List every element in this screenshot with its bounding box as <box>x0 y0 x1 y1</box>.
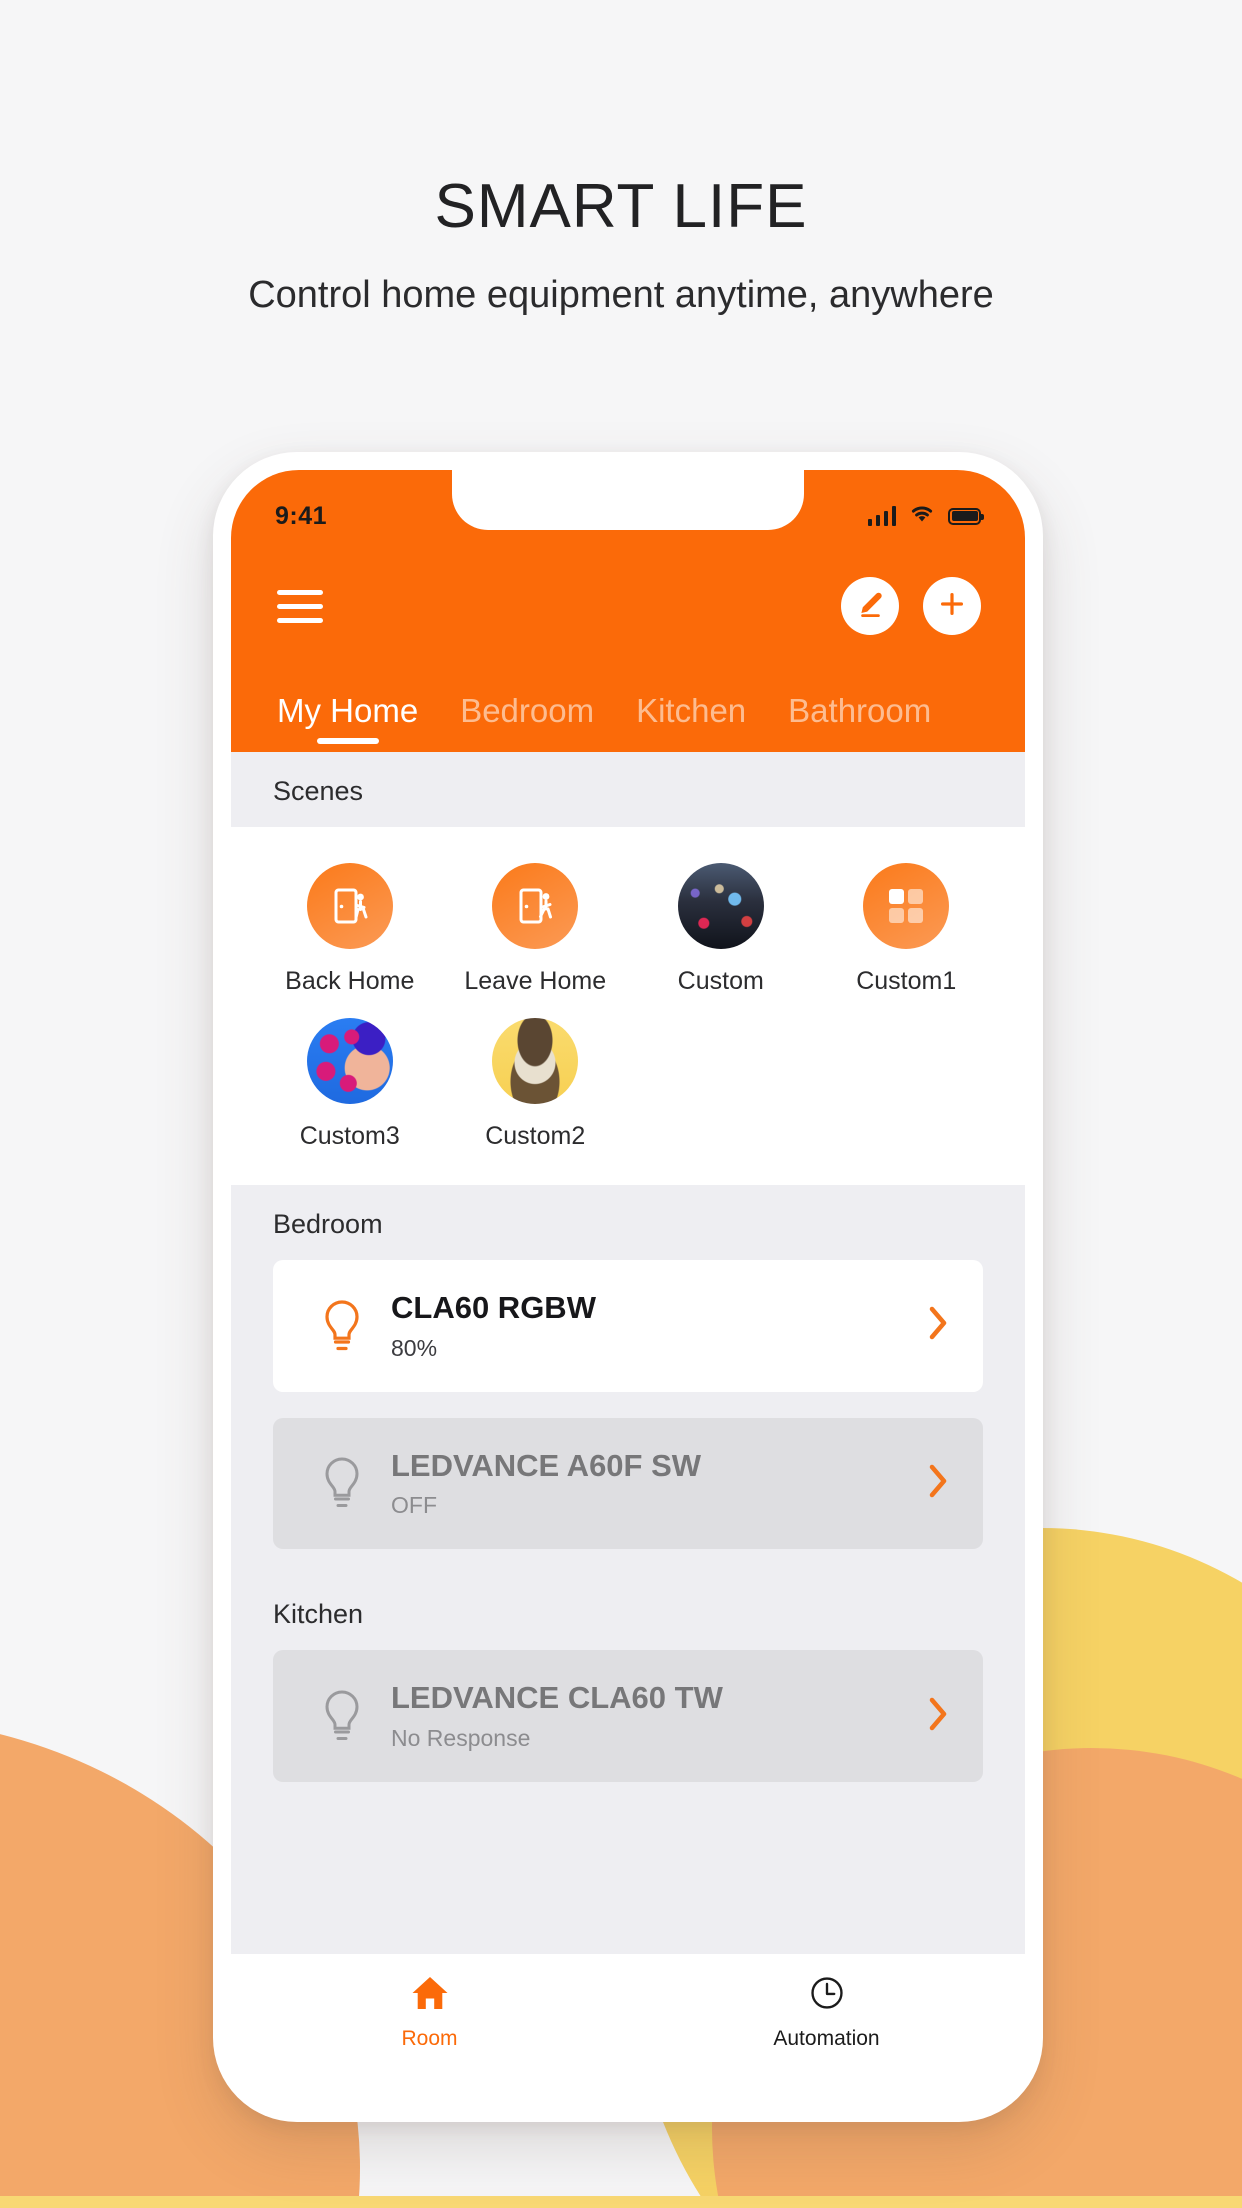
lightbulb-icon <box>307 1687 377 1745</box>
plus-add-icon <box>935 587 969 626</box>
scene-label: Custom2 <box>485 1122 586 1150</box>
headline-block: SMART LIFE Control home equipment anytim… <box>0 176 1242 317</box>
scene-slot-empty <box>814 996 1000 1151</box>
header-action-buttons <box>841 577 981 635</box>
nav-item-room[interactable]: Room <box>231 1974 628 2051</box>
scene-label: Back Home <box>285 967 415 995</box>
app-header: 9:41 My Home Bedroom Kitchen Bathroom <box>231 470 1025 752</box>
nav-label: Room <box>401 2027 458 2050</box>
hamburger-menu-icon[interactable] <box>277 589 323 623</box>
tab-bathroom[interactable]: Bathroom <box>788 692 931 752</box>
bottom-navigation: Room Automation <box>231 1954 1025 2104</box>
device-card[interactable]: CLA60 RGBW 80% <box>273 1260 983 1392</box>
tab-my-home[interactable]: My Home <box>277 692 418 752</box>
device-text: LEDVANCE A60F SW OFF <box>377 1448 927 1520</box>
add-button[interactable] <box>923 577 981 635</box>
scene-custom1[interactable]: Custom1 <box>814 841 1000 996</box>
home-house-icon <box>409 1974 451 2017</box>
device-status: No Response <box>391 1724 531 1751</box>
page-root: SMART LIFE Control home equipment anytim… <box>0 0 1242 2208</box>
device-name: LEDVANCE CLA60 TW <box>391 1680 723 1716</box>
night-photo-avatar <box>677 863 764 949</box>
scene-back-home[interactable]: Back Home <box>257 841 443 996</box>
scene-label: Custom <box>677 967 764 995</box>
room-devices-kitchen: LEDVANCE CLA60 TW No Response <box>231 1650 1025 1782</box>
room-tab-bar: My Home Bedroom Kitchen Bathroom <box>231 664 1025 752</box>
scene-custom[interactable]: Custom <box>628 841 814 996</box>
status-time: 9:41 <box>275 501 328 530</box>
lightbulb-icon <box>307 1454 377 1512</box>
chevron-right-icon[interactable] <box>927 1462 953 1505</box>
phone-notch <box>452 470 804 530</box>
lightbulb-icon <box>307 1297 377 1355</box>
scene-custom3[interactable]: Custom3 <box>257 996 443 1151</box>
chevron-right-icon[interactable] <box>927 1695 953 1738</box>
scene-custom2[interactable]: Custom2 <box>443 996 629 1151</box>
clock-icon <box>806 1974 848 2017</box>
edit-button[interactable] <box>841 577 899 635</box>
cellular-signal-icon <box>867 506 896 526</box>
scenes-row: Back Home Leave Home Custom Custom1 <box>257 841 999 996</box>
hamburger-line <box>277 603 323 609</box>
scene-leave-home[interactable]: Leave Home <box>443 841 629 996</box>
room-devices-bedroom: CLA60 RGBW 80% LEDVANCE A60F SW OFF <box>231 1260 1025 1550</box>
tab-bedroom[interactable]: Bedroom <box>460 692 594 752</box>
app-body: Scenes Back Home Leave Home Custom Custo… <box>231 752 1025 1954</box>
scene-label: Custom1 <box>856 967 957 995</box>
wifi-icon <box>909 504 935 529</box>
decorative-bottom-strip <box>0 2196 1242 2208</box>
device-list: Bedroom CLA60 RGBW 80% LEDVANCE A60F SW … <box>231 1185 1025 1782</box>
pencil-edit-icon <box>853 587 887 626</box>
scenes-section-title: Scenes <box>231 752 1025 827</box>
door-exit-icon <box>492 863 579 949</box>
chevron-right-icon[interactable] <box>927 1304 953 1347</box>
page-title: SMART LIFE <box>434 172 808 241</box>
room-title-bedroom: Bedroom <box>231 1185 1025 1260</box>
phone-mockup-frame: 9:41 My Home Bedroom Kitchen Bathroom Sc… <box>213 452 1043 2122</box>
device-card[interactable]: LEDVANCE A60F SW OFF <box>273 1417 983 1550</box>
device-status: 80% <box>391 1334 438 1361</box>
nav-label: Automation <box>773 2027 880 2050</box>
phone-screen: 9:41 My Home Bedroom Kitchen Bathroom Sc… <box>231 470 1025 2104</box>
grid-squares-icon <box>863 863 950 949</box>
room-title-kitchen: Kitchen <box>231 1575 1025 1651</box>
device-card[interactable]: LEDVANCE CLA60 TW No Response <box>273 1650 983 1782</box>
scenes-panel: Back Home Leave Home Custom Custom1 Cust… <box>231 827 1025 1185</box>
device-name: CLA60 RGBW <box>391 1290 596 1325</box>
yellow-character-avatar <box>492 1018 579 1104</box>
device-text: CLA60 RGBW 80% <box>377 1290 927 1362</box>
scenes-row: Custom3 Custom2 <box>257 996 999 1151</box>
tab-kitchen[interactable]: Kitchen <box>636 692 746 752</box>
header-actions <box>231 548 1025 664</box>
nav-item-automation[interactable]: Automation <box>628 1974 1025 2051</box>
status-icons <box>867 490 984 529</box>
page-subtitle: Control home equipment anytime, anywhere <box>248 274 994 316</box>
device-name: LEDVANCE A60F SW <box>391 1447 702 1483</box>
hamburger-line <box>277 589 323 595</box>
hamburger-line <box>277 617 323 623</box>
device-status: OFF <box>391 1492 437 1519</box>
blue-character-avatar <box>306 1018 393 1104</box>
scene-slot-empty <box>628 996 814 1151</box>
battery-full-icon <box>948 507 984 525</box>
door-enter-icon <box>306 863 393 949</box>
scene-label: Custom3 <box>299 1122 400 1150</box>
device-text: LEDVANCE CLA60 TW No Response <box>377 1680 927 1752</box>
scene-label: Leave Home <box>464 967 607 995</box>
